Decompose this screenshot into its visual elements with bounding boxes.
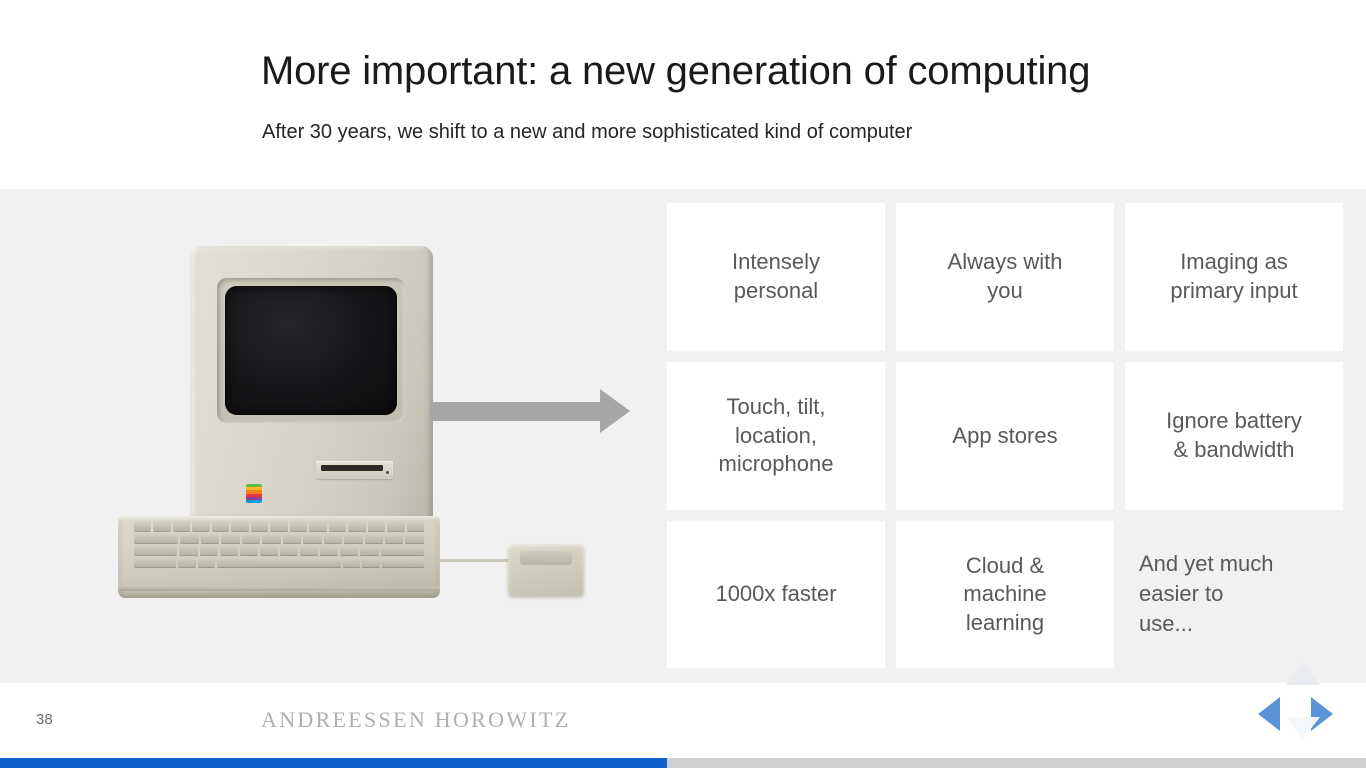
mac-chassis bbox=[190, 246, 433, 521]
attribute-cell: Always with you bbox=[896, 203, 1114, 351]
macintosh-illustration bbox=[110, 234, 584, 614]
progress-bar-track[interactable] bbox=[0, 758, 1366, 768]
floppy-eject-hole bbox=[386, 471, 389, 474]
slide-footer: 38 ANDREESSEN HOROWITZ bbox=[0, 683, 1366, 768]
progress-bar-fill bbox=[0, 758, 667, 768]
slide: More important: a new generation of comp… bbox=[0, 0, 1366, 768]
mouse-cord bbox=[440, 559, 510, 562]
floppy-drive-slot bbox=[316, 459, 393, 481]
arrow-shaft bbox=[430, 402, 602, 421]
attribute-cell: Touch, tilt, location, microphone bbox=[667, 362, 885, 510]
slide-navigation-pad[interactable] bbox=[1248, 663, 1358, 756]
attribute-cell: Cloud & machine learning bbox=[896, 521, 1114, 668]
mac-screen-bezel bbox=[217, 278, 405, 423]
attribute-cell: And yet much easier to use... bbox=[1139, 551, 1274, 636]
right-arrow-icon bbox=[430, 389, 630, 433]
mac-keyboard bbox=[118, 516, 440, 598]
arrow-head bbox=[600, 389, 630, 433]
apple-rainbow-logo-icon bbox=[246, 484, 262, 503]
attribute-cell: App stores bbox=[896, 362, 1114, 510]
brand-wordmark: ANDREESSEN HOROWITZ bbox=[261, 707, 571, 732]
attribute-cell: Imaging as primary input bbox=[1125, 203, 1343, 351]
mac-crt-screen bbox=[225, 286, 397, 415]
page-subtitle: After 30 years, we shift to a new and mo… bbox=[262, 121, 913, 143]
attribute-cell: Ignore battery & bandwidth bbox=[1125, 362, 1343, 510]
nav-up-arrow-icon[interactable] bbox=[1286, 663, 1320, 685]
slide-header: More important: a new generation of comp… bbox=[0, 0, 1366, 189]
floppy-slot-opening bbox=[321, 465, 383, 471]
keyboard-front-lip bbox=[118, 587, 440, 591]
nav-down-arrow-icon[interactable] bbox=[1286, 717, 1320, 739]
page-number: 38 bbox=[36, 711, 53, 728]
content-band: Intensely personal Always with you Imaging… bbox=[0, 189, 1366, 683]
page-title: More important: a new generation of comp… bbox=[261, 49, 1091, 93]
attribute-cell: Intensely personal bbox=[667, 203, 885, 351]
attribute-grid: Intensely personal Always with you Imaging… bbox=[667, 203, 1343, 668]
keyboard-keys bbox=[134, 521, 425, 567]
nav-left-arrow-icon[interactable] bbox=[1258, 697, 1280, 731]
mac-mouse bbox=[508, 544, 584, 596]
attribute-cell: 1000x faster bbox=[667, 521, 885, 668]
